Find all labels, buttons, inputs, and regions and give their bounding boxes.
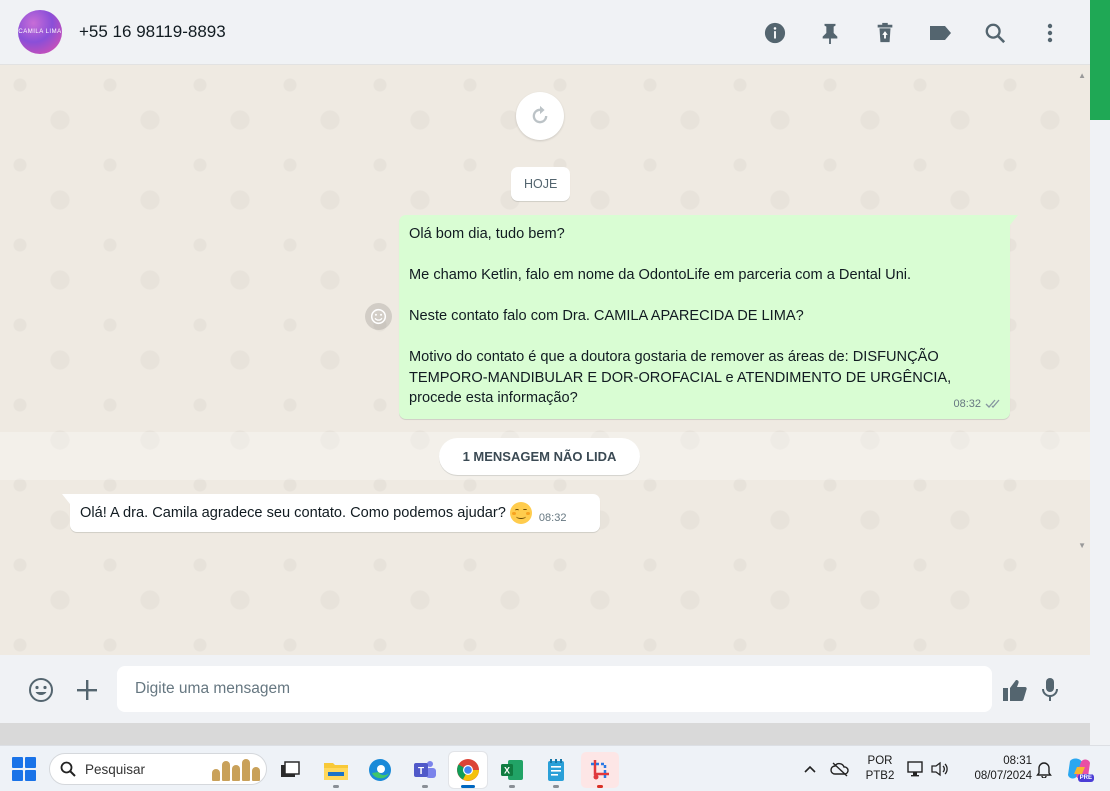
edge-icon[interactable] bbox=[361, 752, 399, 788]
message-paragraph: Motivo do contato é que a doutora gostar… bbox=[409, 349, 952, 406]
search-icon[interactable] bbox=[983, 21, 1007, 45]
bubble-tail bbox=[62, 494, 70, 504]
thumbs-up-icon[interactable] bbox=[1002, 677, 1028, 703]
delete-icon[interactable] bbox=[873, 21, 897, 45]
chat-scroll-up-arrow[interactable]: ▲ bbox=[1078, 71, 1086, 80]
chrome-icon[interactable] bbox=[449, 752, 487, 788]
double-check-icon bbox=[985, 399, 1000, 409]
teams-icon[interactable]: T bbox=[406, 752, 444, 788]
contact-avatar[interactable]: CAMILA LIMA bbox=[18, 10, 62, 54]
load-older-messages-button[interactable] bbox=[516, 92, 564, 140]
refresh-icon bbox=[532, 105, 548, 124]
network-monitor-icon[interactable] bbox=[906, 759, 926, 779]
clock-time: 08:31 bbox=[1003, 755, 1032, 767]
windows-taskbar: Pesquisar T X POR PTB2 08:31 08/07/2024 … bbox=[0, 745, 1110, 791]
chat-header: CAMILA LIMA +55 16 98119-8893 bbox=[0, 0, 1090, 65]
pin-icon[interactable] bbox=[818, 21, 842, 45]
message-input[interactable] bbox=[117, 666, 992, 712]
search-icon bbox=[60, 761, 76, 777]
menu-icon[interactable] bbox=[1038, 21, 1062, 45]
smiley-icon bbox=[370, 308, 387, 325]
show-hidden-icons-chevron-icon[interactable] bbox=[800, 759, 820, 779]
message-paragraph: Olá bom dia, tudo bem? bbox=[409, 226, 565, 242]
onedrive-offline-icon[interactable] bbox=[830, 759, 850, 779]
copilot-pre-badge: PRE bbox=[1077, 774, 1094, 782]
header-actions bbox=[763, 0, 1062, 65]
message-composer bbox=[0, 655, 1090, 723]
avatar-text: CAMILA LIMA bbox=[18, 29, 62, 35]
date-chip: HOJE bbox=[511, 167, 571, 201]
file-explorer-icon[interactable] bbox=[317, 752, 355, 788]
smiling-blush-emoji-icon bbox=[509, 502, 532, 524]
excel-icon[interactable]: X bbox=[493, 752, 531, 788]
message-time: 08:32 bbox=[953, 397, 981, 410]
task-view-icon[interactable] bbox=[271, 752, 309, 788]
notepad-icon[interactable] bbox=[537, 752, 575, 788]
outgoing-message-bubble[interactable]: Olá bom dia, tudo bem? Me chamo Ketlin, … bbox=[399, 215, 1018, 419]
keyboard-label: PTB2 bbox=[865, 770, 895, 782]
start-button-icon[interactable] bbox=[12, 757, 36, 781]
react-emoji-button[interactable] bbox=[365, 303, 392, 330]
chat-area: ▲ ▼ HOJE Olá bom dia, tudo bem? Me chamo… bbox=[0, 65, 1090, 655]
snipping-tool-icon[interactable] bbox=[581, 752, 619, 788]
svg-text:X: X bbox=[504, 766, 510, 776]
message-paragraph: Neste contato falo com Dra. CAMILA APARE… bbox=[409, 308, 804, 324]
window-scrollbar[interactable] bbox=[1090, 0, 1110, 745]
unread-messages-chip: 1 MENSAGEM NÃO LIDA bbox=[439, 438, 640, 475]
attach-plus-icon[interactable] bbox=[74, 677, 100, 703]
notification-bell-icon[interactable] bbox=[1034, 759, 1054, 779]
microphone-icon[interactable] bbox=[1037, 677, 1063, 703]
clock-date: 08/07/2024 bbox=[974, 770, 1032, 782]
search-label: Pesquisar bbox=[85, 761, 146, 777]
search-highlight-art-icon bbox=[212, 757, 260, 781]
copilot-icon[interactable]: PRE bbox=[1066, 756, 1094, 782]
message-time: 08:32 bbox=[538, 512, 567, 524]
message-meta: 08:32 bbox=[953, 394, 1002, 415]
info-icon[interactable] bbox=[763, 21, 787, 45]
emoji-icon[interactable] bbox=[28, 677, 54, 703]
clock[interactable]: 08:31 08/07/2024 bbox=[962, 754, 1032, 784]
volume-icon[interactable] bbox=[930, 759, 950, 779]
contact-name[interactable]: +55 16 98119-8893 bbox=[79, 22, 226, 42]
input-language-indicator[interactable]: POR PTB2 bbox=[862, 754, 898, 784]
language-label: POR bbox=[867, 755, 893, 767]
incoming-message-bubble[interactable]: Olá! A dra. Camila agradece seu contato.… bbox=[62, 494, 600, 532]
scrollbar-thumb[interactable] bbox=[1090, 0, 1110, 120]
window-bottom-gap bbox=[0, 723, 1090, 745]
taskbar-search[interactable]: Pesquisar bbox=[49, 753, 267, 785]
chat-scroll-down-arrow[interactable]: ▼ bbox=[1078, 541, 1086, 550]
label-icon[interactable] bbox=[928, 21, 952, 45]
message-text: Olá! A dra. Camila agradece seu contato.… bbox=[80, 505, 506, 521]
bubble-tail bbox=[1010, 215, 1018, 225]
message-paragraph: Me chamo Ketlin, falo em nome da OdontoL… bbox=[409, 267, 912, 283]
svg-text:T: T bbox=[418, 766, 424, 777]
